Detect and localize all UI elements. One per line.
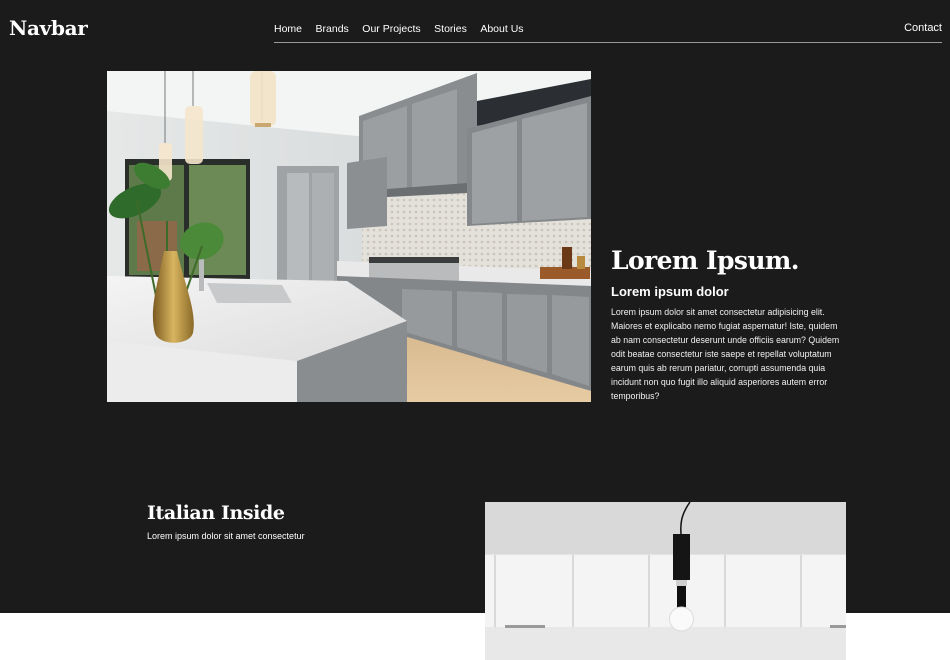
kitchen-photo	[107, 71, 591, 402]
navbar-brand[interactable]: Navbar	[9, 16, 88, 40]
hero-title: Lorem Ipsum.	[611, 246, 799, 275]
nav-link-contact[interactable]: Contact	[904, 22, 942, 34]
italian-inside-title: Italian Inside	[147, 502, 285, 524]
hero-body-text: Lorem ipsum dolor sit amet consectetur a…	[611, 307, 840, 401]
nav-link-about-us[interactable]: About Us	[480, 23, 523, 35]
main-nav: Home Brands Our Projects Stories About U…	[274, 23, 537, 35]
nav-link-home[interactable]: Home	[274, 23, 302, 35]
nav-divider	[274, 42, 942, 43]
nav-link-our-projects[interactable]: Our Projects	[362, 23, 420, 35]
nav-link-brands[interactable]: Brands	[316, 23, 349, 35]
hero-subtitle: Lorem ipsum dolor	[611, 284, 729, 299]
pendant-lamp-photo	[485, 502, 846, 660]
nav-link-stories[interactable]: Stories	[434, 23, 467, 35]
italian-inside-subtitle: Lorem ipsum dolor sit amet consectetur	[147, 531, 305, 541]
